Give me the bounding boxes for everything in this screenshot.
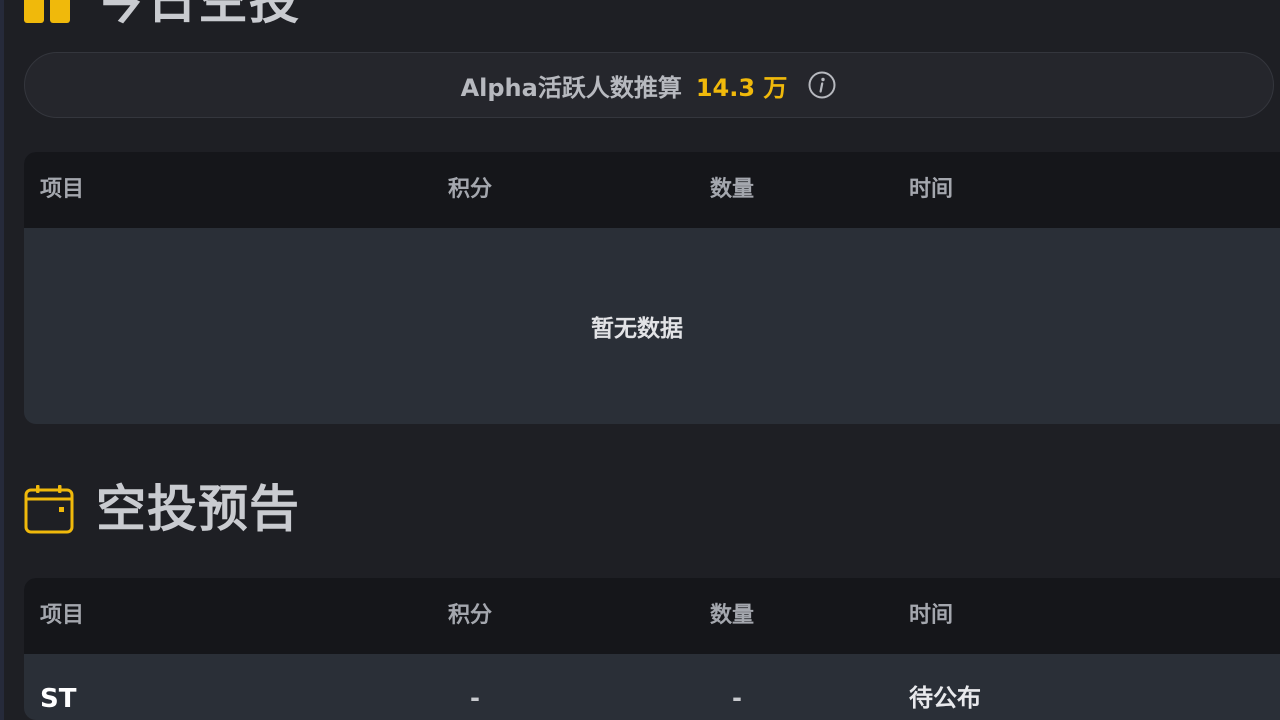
airdrop-preview-table: 项目 积分 数量 时间 ST - - 待公布 — [24, 578, 1280, 720]
header-points[interactable]: 积分 — [448, 578, 492, 654]
airdrop-preview-heading: 空投预告 — [24, 480, 300, 538]
active-users-label: Alpha活跃人数推算 — [460, 73, 682, 102]
info-icon[interactable] — [807, 70, 837, 100]
header-project[interactable]: 项目 — [40, 152, 84, 228]
calendar-icon — [24, 485, 74, 534]
window-edge — [0, 0, 4, 720]
table-row[interactable]: ST - - 待公布 — [24, 654, 1280, 720]
header-points[interactable]: 积分 — [448, 152, 492, 228]
airdrop-preview-title: 空投预告 — [96, 480, 300, 538]
row-project: ST — [40, 684, 77, 714]
alpha-active-users-bar: Alpha活跃人数推算 14.3 万 — [24, 52, 1274, 118]
active-users-value: 14.3 万 — [695, 73, 788, 102]
empty-state-text: 暂无数据 — [591, 316, 683, 342]
row-time: 待公布 — [909, 684, 981, 712]
table-header: 项目 积分 数量 时间 — [24, 578, 1280, 654]
table-header: 项目 积分 数量 时间 — [24, 152, 1280, 228]
today-airdrop-title: 今日空投 — [96, 0, 300, 30]
row-points: - — [470, 684, 480, 712]
row-quantity: - — [732, 684, 742, 712]
airdrop-icon — [24, 0, 72, 25]
header-quantity[interactable]: 数量 — [710, 578, 754, 654]
header-quantity[interactable]: 数量 — [710, 152, 754, 228]
header-project[interactable]: 项目 — [40, 578, 84, 654]
header-time[interactable]: 时间 — [909, 578, 953, 654]
today-airdrop-table: 项目 积分 数量 时间 暂无数据 — [24, 152, 1280, 424]
header-time[interactable]: 时间 — [909, 152, 953, 228]
today-airdrop-heading: 今日空投 — [24, 0, 300, 30]
